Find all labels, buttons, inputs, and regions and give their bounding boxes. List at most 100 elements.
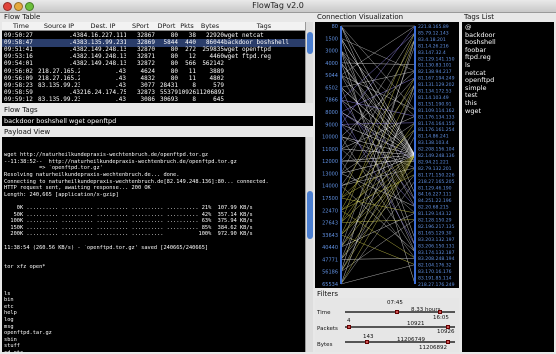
payload-line: 150K .......... .......... .......... ..… bbox=[4, 224, 253, 231]
ip-axis-label: 82.94.21.221 bbox=[418, 159, 449, 165]
column-header[interactable]: Tags bbox=[224, 22, 304, 31]
payload-line bbox=[4, 198, 302, 205]
parallel-coordinates-plot[interactable]: 80 1500 3000 4000 5044 6502 7866 8000 9000 10000 1… bbox=[315, 22, 459, 288]
table-row[interactable]: 09:59:12 83.135.99.231 .43 3086 30693 8 645 bbox=[2, 96, 305, 103]
time-filter-min-handle[interactable] bbox=[395, 310, 399, 314]
packets-filter-max-handle[interactable] bbox=[446, 325, 450, 329]
ip-axis-label: 83.170.16.176 bbox=[418, 269, 452, 275]
ip-axis-label: 82.149.248.136 bbox=[418, 153, 455, 159]
ip-axis-label: 82.196.217.135 bbox=[418, 224, 455, 230]
payload-line: help bbox=[4, 310, 17, 317]
column-header[interactable]: DPort bbox=[155, 22, 178, 31]
bytes-filter-label: Bytes bbox=[317, 342, 333, 348]
column-header[interactable]: Pkts bbox=[178, 22, 196, 31]
payload-line: cd etc bbox=[4, 350, 302, 352]
packets-filter-min: 4 bbox=[347, 318, 351, 324]
payload-line: Length: 240,665 [application/x-gzip] bbox=[4, 191, 119, 198]
column-header[interactable]: Dest. IP bbox=[80, 22, 126, 31]
flow-tags-field[interactable]: backdoor boshshell wget openftpd bbox=[2, 116, 313, 126]
payload-line: Resolving naturheilkundepraxis-wechtenbr… bbox=[4, 171, 180, 178]
payload-line: wget http://naturheilkundepraxis-wechten… bbox=[4, 152, 209, 159]
connection-line bbox=[340, 38, 416, 272]
connection-line bbox=[340, 180, 416, 285]
time-filter-min: 07:45 bbox=[387, 300, 403, 306]
payload-line: 50K .......... .......... .......... ...… bbox=[4, 211, 253, 218]
payload-line: tor xfz open* bbox=[4, 264, 46, 271]
payload-line: sbin bbox=[4, 336, 17, 343]
flow-tags-title: Flow Tags bbox=[4, 106, 38, 114]
payload-line: --11:38:52-- http://naturheilkundepraxis… bbox=[4, 158, 237, 165]
table-cell: 30693 bbox=[159, 95, 178, 103]
column-header[interactable]: Time bbox=[4, 22, 38, 31]
table-cell: 3086 bbox=[140, 95, 155, 103]
time-filter-max: 16:05 bbox=[433, 315, 449, 321]
port-axis-label: 14000 bbox=[322, 184, 338, 190]
flow-table-scrollbar[interactable] bbox=[305, 22, 313, 103]
table-cell: 09:59:12 bbox=[4, 95, 33, 103]
ip-axis-label: 83.206.150.131 bbox=[418, 243, 455, 249]
payload-line: etc bbox=[4, 303, 14, 310]
column-header[interactable]: SPort bbox=[126, 22, 155, 31]
ip-axis-label: 81.171.150.226 bbox=[418, 172, 455, 178]
payload-scroll-thumb[interactable] bbox=[307, 191, 313, 239]
port-axis-label: 27643 bbox=[322, 221, 338, 227]
connection-visualization-title: Connection Visualization bbox=[317, 13, 404, 21]
connection-visualization[interactable]: 80 1500 3000 4000 5044 6502 7866 8000 9000 10000 1… bbox=[315, 22, 459, 288]
payload-line bbox=[4, 238, 302, 245]
payload-scrollbar[interactable] bbox=[305, 137, 313, 352]
ip-axis-label: 81.131.129.202 bbox=[418, 82, 455, 88]
table-cell: .43 bbox=[115, 95, 126, 103]
connection-line bbox=[340, 74, 416, 111]
ip-axis-label: 81.151.190.91 bbox=[418, 101, 452, 107]
flow-table[interactable]: Time Source IP Dest. IP SPort DPort Pkts Bytes… bbox=[2, 22, 313, 103]
bytes-filter-max-handle[interactable] bbox=[446, 340, 450, 344]
bytes-filter-min-handle[interactable] bbox=[365, 340, 369, 344]
ip-axis-label: 81.129.46.190 bbox=[418, 185, 452, 191]
bytes-filter-slider[interactable] bbox=[345, 341, 455, 343]
connection-line bbox=[340, 38, 416, 239]
packets-filter-max: 10926 bbox=[437, 329, 455, 335]
ip-axis-label: 82.138.94.217 bbox=[418, 69, 452, 75]
flow-table-scroll-thumb[interactable] bbox=[307, 32, 313, 54]
payload-line bbox=[4, 146, 302, 153]
payload-line: 100K .......... .......... .......... ..… bbox=[4, 218, 253, 225]
port-axis-label: 12000 bbox=[322, 159, 338, 165]
connection-line bbox=[340, 264, 416, 285]
column-header[interactable]: Source IP bbox=[38, 22, 80, 31]
tag-list-item[interactable]: wget bbox=[465, 107, 481, 115]
ip-axis-label: 84.16.227.111 bbox=[418, 192, 452, 198]
payload-line bbox=[4, 251, 302, 258]
packets-filter-min-handle[interactable] bbox=[347, 325, 351, 329]
ip-axis-label: 81.14.86.241 bbox=[418, 134, 449, 140]
ip-axis-label: 83.208.248.194 bbox=[418, 256, 455, 262]
ip-axis-label: 82.208.156.104 bbox=[418, 147, 455, 153]
connection-line bbox=[340, 219, 416, 272]
port-axis-label: 65534 bbox=[322, 282, 338, 288]
time-filter-max-handle[interactable] bbox=[438, 310, 442, 314]
port-axis-label: 6502 bbox=[325, 85, 338, 91]
payload-view[interactable]: wget http://naturheilkundepraxis-wechten… bbox=[2, 137, 313, 352]
connection-line bbox=[340, 62, 416, 65]
payload-text: wget http://naturheilkundepraxis-wechten… bbox=[4, 139, 302, 352]
tags-list[interactable]: @ backdoor boshshell foobar ftpd.reg ls netcat… bbox=[462, 22, 554, 352]
payload-line bbox=[4, 139, 302, 146]
connection-line bbox=[340, 38, 416, 156]
port-axis-label: 22470 bbox=[322, 208, 338, 214]
connection-line bbox=[340, 197, 416, 214]
ip-axis-label: 84.251.22.196 bbox=[418, 198, 452, 204]
ip-axis-label: 81.14.103.49 bbox=[418, 95, 449, 101]
ip-axis-label: 81.134.172.53 bbox=[418, 89, 452, 95]
connection-line bbox=[340, 154, 416, 248]
ip-axis-label: 82.128.150.29 bbox=[418, 218, 452, 224]
connection-line bbox=[340, 174, 416, 211]
port-axis-label: 17500 bbox=[322, 196, 338, 202]
ip-axis-label: 82.129.141.150 bbox=[418, 56, 455, 62]
port-axis-label: 10000 bbox=[322, 135, 338, 141]
flow-table-title: Flow Table bbox=[4, 13, 41, 21]
payload-line: bin bbox=[4, 297, 14, 304]
payload-line: 11:38:54 (260.56 KB/s) - `openftpd.tor.g… bbox=[4, 244, 209, 251]
packets-filter-slider[interactable] bbox=[345, 326, 455, 328]
column-header[interactable]: Bytes bbox=[196, 22, 224, 31]
ip-axis-label: 81.130.83.101 bbox=[418, 63, 452, 69]
payload-line: ls bbox=[4, 290, 11, 297]
